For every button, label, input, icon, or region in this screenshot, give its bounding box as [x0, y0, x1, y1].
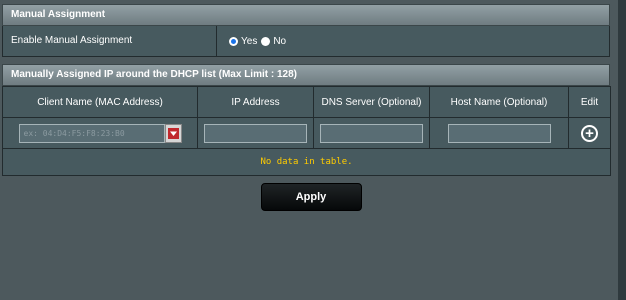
client-combo: ex: 04:D4:F5:F8:23:B0	[18, 123, 182, 143]
ip-cell	[197, 117, 314, 149]
apply-button[interactable]: Apply	[260, 183, 362, 211]
mac-input[interactable]: ex: 04:D4:F5:F8:23:B0	[18, 123, 165, 143]
host-name-input[interactable]	[447, 123, 551, 143]
col-ip-address: IP Address	[197, 86, 314, 118]
col-client-name: Client Name (MAC Address)	[2, 86, 198, 118]
dhcp-manual-panel: Manual Assignment Enable Manual Assignme…	[2, 4, 611, 211]
manual-assignment-header: Manual Assignment	[2, 4, 610, 26]
enable-manual-row: Enable Manual Assignment Yes No	[2, 26, 610, 57]
client-dropdown-button[interactable]	[164, 123, 182, 143]
radio-no-label[interactable]: No	[273, 36, 286, 47]
client-cell: ex: 04:D4:F5:F8:23:B0	[2, 117, 198, 149]
col-host-name: Host Name (Optional)	[429, 86, 569, 118]
plus-circle-icon[interactable]: +	[581, 124, 598, 142]
dns-cell	[313, 117, 430, 149]
page-edge	[618, 0, 626, 300]
col-dns-server: DNS Server (Optional)	[313, 86, 430, 118]
col-edit: Edit	[568, 86, 611, 118]
table-header-row: Client Name (MAC Address) IP Address DNS…	[2, 86, 611, 118]
radio-no[interactable]	[261, 36, 271, 46]
enable-manual-options: Yes No	[216, 26, 609, 56]
assigned-ip-table: Client Name (MAC Address) IP Address DNS…	[2, 86, 611, 176]
enable-manual-label: Enable Manual Assignment	[11, 35, 133, 46]
empty-text: No data in table.	[2, 148, 611, 176]
empty-row: No data in table.	[2, 148, 611, 176]
assigned-list-header: Manually Assigned IP around the DHCP lis…	[2, 64, 610, 86]
edit-cell: +	[568, 117, 611, 149]
radio-yes-label[interactable]: Yes	[241, 36, 257, 47]
radio-yes[interactable]	[229, 36, 238, 46]
ip-address-input[interactable]	[204, 123, 307, 143]
table-input-row: ex: 04:D4:F5:F8:23:B0 +	[2, 117, 611, 149]
red-arrow-down-icon	[167, 127, 179, 139]
dns-server-input[interactable]	[320, 123, 423, 143]
host-cell	[429, 117, 569, 149]
